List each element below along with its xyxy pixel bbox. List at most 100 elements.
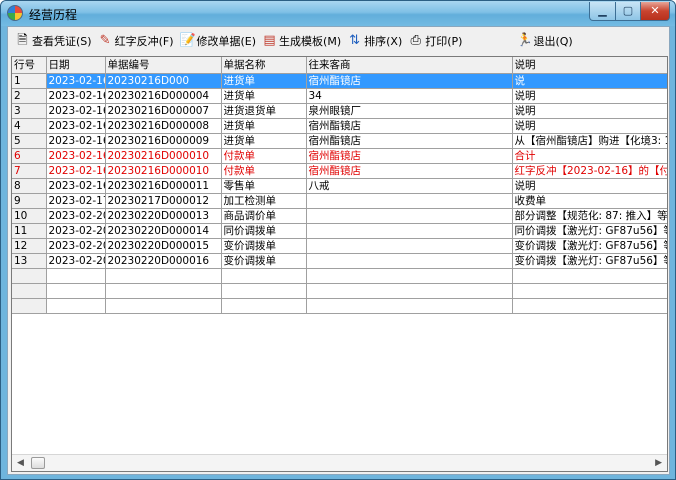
cell-doc-number[interactable]: 20230216D000009 — [105, 133, 222, 149]
cell-doc-name[interactable]: 变价调拨单 — [221, 253, 307, 269]
table-row[interactable]: 5 2023-02-16 20230216D000009 进货单 宿州酯镜店 从【宿州酯镜… — [12, 133, 667, 149]
cell-description[interactable]: 收费单 — [512, 193, 667, 209]
cell-doc-number[interactable]: 20230216D000007 — [105, 103, 222, 119]
cell-doc-name[interactable]: 变价调拨单 — [221, 238, 307, 254]
print-button[interactable]: ⎙ 打印(P) — [405, 30, 465, 52]
cell-partner[interactable]: 宿州酯镜店 — [306, 163, 513, 179]
exit-button[interactable]: 🏃 退出(Q) — [513, 30, 575, 52]
col-header-description[interactable]: 说明 — [512, 57, 667, 74]
cell-doc-number[interactable]: 20230220D000016 — [105, 253, 222, 269]
empty-cell[interactable] — [46, 298, 106, 314]
empty-cell[interactable] — [105, 268, 222, 284]
cell-date[interactable]: 2023-02-16 — [46, 103, 106, 119]
cell-row-number[interactable]: 8 — [12, 178, 47, 194]
cell-partner[interactable]: 宿州酯镜店 — [306, 148, 513, 164]
cell-doc-number[interactable]: 20230216D000 — [105, 73, 222, 89]
cell-partner[interactable]: 泉州眼镜厂 — [306, 103, 513, 119]
view-voucher-button[interactable]: 🗎 查看凭证(S) — [12, 30, 95, 52]
empty-cell[interactable] — [306, 298, 513, 314]
cell-partner[interactable] — [306, 253, 513, 269]
table-row[interactable]: 4 2023-02-16 20230216D000008 进货单 宿州酯镜店 说明 — [12, 118, 667, 134]
cell-doc-name[interactable]: 付款单 — [221, 148, 307, 164]
cell-partner[interactable]: 宿州酯镜店 — [306, 73, 513, 89]
cell-row-number[interactable]: 7 — [12, 163, 47, 179]
table-row[interactable]: 13 2023-02-20 20230220D000016 变价调拨单 变价调拨【激光灯… — [12, 253, 667, 269]
horizontal-scrollbar[interactable]: ◀ ▶ — [12, 454, 667, 471]
cell-row-number[interactable]: 4 — [12, 118, 47, 134]
cell-doc-number[interactable]: 20230216D000011 — [105, 178, 222, 194]
generate-template-button[interactable]: ▤ 生成模板(M) — [259, 30, 344, 52]
cell-description[interactable]: 同价调拨【激光灯: GF87u56】等 — [512, 223, 667, 239]
col-header-date[interactable]: 日期 — [46, 57, 106, 74]
cell-row-number[interactable]: 2 — [12, 88, 47, 104]
cell-doc-name[interactable]: 加工检测单 — [221, 193, 307, 209]
cell-doc-name[interactable]: 零售单 — [221, 178, 307, 194]
table-row[interactable]: 11 2023-02-20 20230220D000014 同价调拨单 同价调拨【激光灯… — [12, 223, 667, 239]
empty-cell[interactable] — [46, 268, 106, 284]
cell-partner[interactable]: 八戒 — [306, 178, 513, 194]
cell-doc-name[interactable]: 商品调价单 — [221, 208, 307, 224]
cell-row-number[interactable]: 3 — [12, 103, 47, 119]
empty-cell[interactable] — [512, 268, 667, 284]
cell-doc-name[interactable]: 付款单 — [221, 163, 307, 179]
sort-button[interactable]: ⇅ 排序(X) — [344, 30, 405, 52]
cell-description[interactable]: 说明 — [512, 103, 667, 119]
empty-cell[interactable] — [12, 268, 47, 284]
empty-cell[interactable] — [512, 283, 667, 299]
cell-date[interactable]: 2023-02-16 — [46, 118, 106, 134]
close-button[interactable]: ✕ — [640, 2, 670, 21]
cell-doc-number[interactable]: 20230217D000012 — [105, 193, 222, 209]
cell-doc-name[interactable]: 进货单 — [221, 73, 307, 89]
cell-row-number[interactable]: 9 — [12, 193, 47, 209]
table-row[interactable]: 12 2023-02-20 20230220D000015 变价调拨单 变价调拨【激光灯… — [12, 238, 667, 254]
cell-doc-number[interactable]: 20230220D000014 — [105, 223, 222, 239]
table-row[interactable]: 3 2023-02-16 20230216D000007 进货退货单 泉州眼镜厂 说明 — [12, 103, 667, 119]
empty-row[interactable] — [12, 298, 667, 314]
cell-date[interactable]: 2023-02-16 — [46, 178, 106, 194]
cell-description[interactable]: 说明 — [512, 118, 667, 134]
cell-doc-name[interactable]: 进货单 — [221, 133, 307, 149]
edit-document-button[interactable]: 📝 修改单据(E) — [177, 30, 260, 52]
cell-partner[interactable]: 34 — [306, 88, 513, 104]
cell-date[interactable]: 2023-02-16 — [46, 148, 106, 164]
empty-cell[interactable] — [12, 298, 47, 314]
cell-date[interactable]: 2023-02-16 — [46, 73, 106, 89]
scroll-thumb[interactable] — [31, 457, 45, 469]
cell-date[interactable]: 2023-02-16 — [46, 163, 106, 179]
cell-row-number[interactable]: 6 — [12, 148, 47, 164]
col-header-doc-name[interactable]: 单据名称 — [221, 57, 307, 74]
cell-description[interactable]: 合计 — [512, 148, 667, 164]
cell-description[interactable]: 从【宿州酯镜店】购进【化境3: 1 — [512, 133, 667, 149]
cell-date[interactable]: 2023-02-20 — [46, 223, 106, 239]
cell-doc-number[interactable]: 20230216D000010 — [105, 148, 222, 164]
cell-doc-number[interactable]: 20230220D000013 — [105, 208, 222, 224]
empty-cell[interactable] — [306, 283, 513, 299]
cell-doc-name[interactable]: 进货退货单 — [221, 103, 307, 119]
cell-doc-number[interactable]: 20230216D000008 — [105, 118, 222, 134]
empty-row[interactable] — [12, 268, 667, 284]
empty-cell[interactable] — [46, 283, 106, 299]
minimize-button[interactable]: ▁ — [589, 2, 616, 21]
empty-row[interactable] — [12, 283, 667, 299]
cell-description[interactable]: 说明 — [512, 178, 667, 194]
scroll-right-icon[interactable]: ▶ — [655, 458, 662, 468]
table-row[interactable]: 9 2023-02-17 20230217D000012 加工检测单 收费单 — [12, 193, 667, 209]
table-row[interactable]: 1 2023-02-16 20230216D000 进货单 宿州酯镜店说 — [12, 73, 667, 89]
cell-description[interactable]: 说 — [512, 73, 667, 89]
empty-cell[interactable] — [221, 268, 307, 284]
cell-doc-name[interactable]: 同价调拨单 — [221, 223, 307, 239]
table-row[interactable]: 10 2023-02-20 20230220D000013 商品调价单 部分调整【规范化… — [12, 208, 667, 224]
cell-partner[interactable] — [306, 193, 513, 209]
cell-partner[interactable]: 宿州酯镜店 — [306, 118, 513, 134]
cell-date[interactable]: 2023-02-20 — [46, 253, 106, 269]
table-row[interactable]: 2 2023-02-16 20230216D000004 进货单 34 说明 — [12, 88, 667, 104]
red-reverse-button[interactable]: ✎ 红字反冲(F) — [95, 30, 177, 52]
empty-cell[interactable] — [12, 283, 47, 299]
cell-doc-name[interactable]: 进货单 — [221, 118, 307, 134]
cell-doc-number[interactable]: 20230216D000010 — [105, 163, 222, 179]
cell-partner[interactable] — [306, 208, 513, 224]
cell-row-number[interactable]: 1 — [12, 73, 47, 89]
cell-date[interactable]: 2023-02-16 — [46, 133, 106, 149]
cell-row-number[interactable]: 5 — [12, 133, 47, 149]
cell-partner[interactable] — [306, 223, 513, 239]
